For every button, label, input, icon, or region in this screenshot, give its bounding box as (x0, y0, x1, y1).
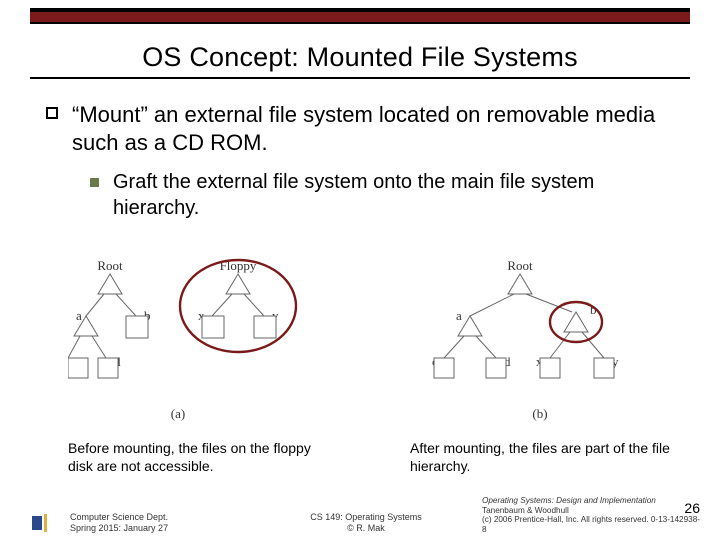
caption-b: After mounting, the files are part of th… (410, 440, 680, 475)
bullet2-text: Graft the external file system onto the … (113, 170, 674, 221)
square-bullet-icon (46, 107, 58, 119)
decor-bar-red (30, 12, 690, 22)
footer-mid: CS 149: Operating Systems © R. Mak (250, 512, 482, 534)
label-root-b: Root (507, 258, 533, 273)
bullet1-text: “Mount” an external file system located … (72, 101, 674, 156)
captions: Before mounting, the files on the floppy… (68, 440, 680, 475)
bullet-level2: Graft the external file system onto the … (90, 170, 674, 221)
square-fill-bullet-icon (90, 178, 99, 187)
slide: OS Concept: Mounted File Systems “Mount”… (0, 0, 720, 540)
footer-course: CS 149: Operating Systems (250, 512, 482, 523)
body: “Mount” an external file system located … (30, 101, 690, 221)
footer-dept: Computer Science Dept. (70, 512, 250, 523)
footer-right: Operating Systems: Design and Implementa… (482, 496, 702, 534)
diagram-a: Root a b c d Floppy x (68, 258, 358, 428)
footer: Computer Science Dept. Spring 2015: Janu… (0, 496, 720, 534)
decor-bar-thin (30, 22, 690, 24)
fig-label-a: (a) (171, 406, 185, 421)
footer-copyright: © R. Mak (250, 523, 482, 534)
label-a: a (76, 308, 82, 323)
footer-authors: Tanenbaum & Woodhull (482, 506, 702, 515)
title-underline (30, 77, 690, 79)
bullet-level1: “Mount” an external file system located … (46, 101, 674, 156)
sjsu-logo-icon (30, 512, 60, 534)
footer-isbn: (c) 2006 Prentice-Hall, Inc. All rights … (482, 515, 702, 534)
footer-date: Spring 2015: January 27 (70, 523, 250, 534)
footer-left: Computer Science Dept. Spring 2015: Janu… (70, 512, 250, 534)
label-root-a: Root (97, 258, 123, 273)
caption-a: Before mounting, the files on the floppy… (68, 440, 338, 475)
figures-row: Root a b c d Floppy x (68, 258, 690, 428)
title-block: OS Concept: Mounted File Systems (30, 42, 690, 79)
label-a-b: a (456, 308, 462, 323)
diagram-b: Root a b c d x (390, 258, 690, 428)
fig-label-b: (b) (532, 406, 547, 421)
slide-title: OS Concept: Mounted File Systems (142, 42, 578, 73)
footer-book: Operating Systems: Design and Implementa… (482, 496, 702, 505)
